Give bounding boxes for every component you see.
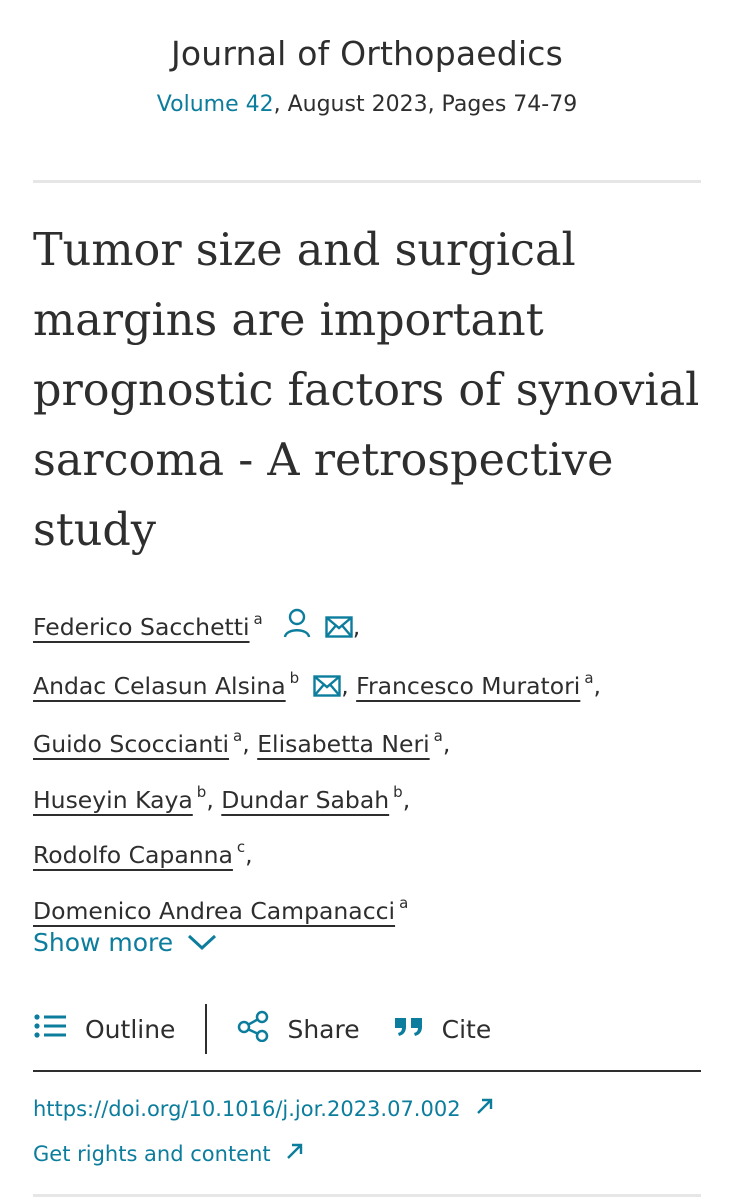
share-label: Share — [287, 1014, 360, 1044]
affiliation-marker[interactable]: a — [584, 669, 593, 687]
volume-link[interactable]: Volume 42 — [157, 92, 274, 117]
author-link[interactable]: Dundar Sabah — [221, 786, 389, 814]
list-icon — [33, 1013, 67, 1045]
journal-issue-info: Volume 42, August 2023, Pages 74-79 — [0, 92, 734, 117]
author-item: Francesco Muratori a, — [356, 668, 602, 700]
author-item: Dundar Sabah b, — [221, 782, 411, 814]
author-link[interactable]: Rodolfo Capanna — [33, 841, 233, 869]
chevron-down-icon — [187, 928, 217, 957]
article-title: Tumor size and surgical margins are impo… — [33, 225, 700, 556]
author-link[interactable]: Federico Sacchetti — [33, 613, 250, 641]
author-link[interactable]: Andac Celasun Alsina — [33, 672, 286, 700]
author-item: Domenico Andrea Campanacci a — [33, 894, 408, 925]
doi-link[interactable]: https://doi.org/10.1016/j.jor.2023.07.00… — [33, 1096, 495, 1121]
author-link[interactable]: Elisabetta Neri — [257, 730, 429, 758]
rights-link[interactable]: Get rights and content — [33, 1141, 305, 1166]
author-link[interactable]: Huseyin Kaya — [33, 786, 193, 814]
author-link[interactable]: Francesco Muratori — [356, 672, 580, 700]
cite-label: Cite — [441, 1014, 492, 1044]
author-item: Rodolfo Capanna c, — [33, 838, 253, 869]
affiliation-marker[interactable]: a — [399, 894, 408, 912]
show-more-label: Show more — [33, 928, 174, 957]
rights-text: Get rights and content — [33, 1141, 271, 1166]
affiliation-marker[interactable]: c — [237, 838, 245, 856]
author-item: Guido Scoccianti a, — [33, 727, 250, 758]
article-toolbar: Outline Share Cite — [33, 1003, 491, 1055]
share-icon — [237, 1010, 269, 1048]
affiliation-marker[interactable]: b — [197, 783, 207, 801]
show-more-button[interactable]: Show more — [33, 928, 217, 957]
author-item: Huseyin Kaya b, — [33, 782, 214, 814]
share-button[interactable]: Share — [237, 1010, 360, 1048]
affiliation-marker[interactable]: a — [434, 727, 443, 745]
author-link[interactable]: Domenico Andrea Campanacci — [33, 897, 395, 925]
outline-button[interactable]: Outline — [33, 1013, 175, 1045]
author-item: Andac Celasun Alsina b, — [33, 669, 349, 700]
affiliation-marker[interactable]: a — [233, 727, 242, 745]
footer-divider — [33, 1194, 701, 1197]
toolbar-divider-line — [33, 1070, 701, 1072]
toolbar-divider — [205, 1004, 208, 1054]
envelope-icon[interactable] — [325, 607, 353, 655]
arrow-up-right-icon — [475, 1096, 495, 1121]
issue-date-pages: , August 2023, Pages 74-79 — [273, 92, 578, 117]
cite-button[interactable]: Cite — [394, 1014, 492, 1044]
affiliation-marker[interactable]: a — [254, 610, 263, 628]
envelope-icon[interactable] — [313, 666, 341, 714]
arrow-up-right-icon — [285, 1141, 305, 1166]
doi-text: https://doi.org/10.1016/j.jor.2023.07.00… — [33, 1096, 461, 1121]
author-list: Federico Sacchetti a, Andac Celasun Alsin… — [33, 596, 703, 935]
author-link[interactable]: Guido Scoccianti — [33, 730, 229, 758]
journal-name[interactable]: Journal of Orthopaedics — [0, 34, 734, 73]
author-item: Elisabetta Neri a, — [257, 727, 451, 758]
person-icon[interactable] — [283, 607, 311, 655]
header-divider — [33, 180, 701, 183]
affiliation-marker[interactable]: b — [393, 783, 403, 801]
author-item: Federico Sacchetti a, — [33, 608, 360, 641]
outline-label: Outline — [85, 1014, 176, 1044]
quote-icon — [394, 1014, 424, 1044]
affiliation-marker[interactable]: b — [290, 669, 300, 687]
